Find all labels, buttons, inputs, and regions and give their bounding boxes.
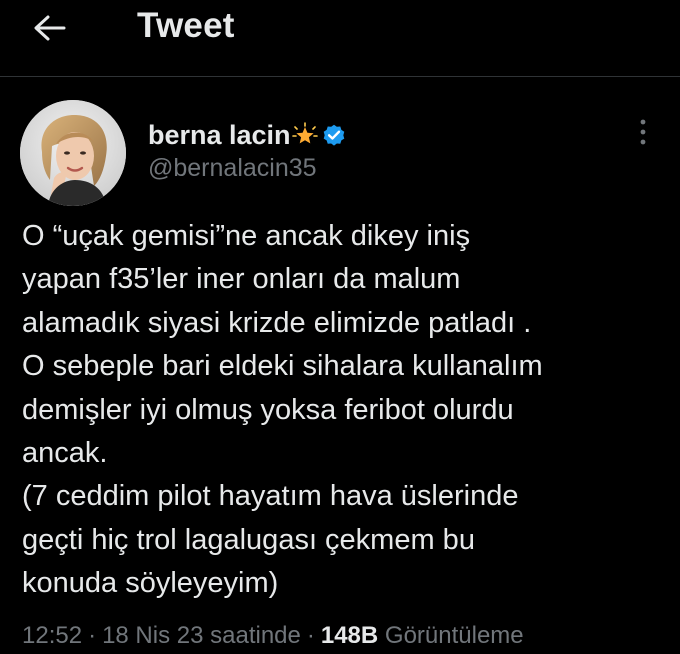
- tweet-date[interactable]: 18 Nis 23 saatinde: [102, 622, 301, 649]
- separator: ·: [306, 622, 315, 649]
- tweet-line: geçti hiç trol lagalugası çekmem bu: [22, 523, 475, 556]
- profile-photo: [20, 100, 126, 206]
- tweet-meta: 12:52 · 18 Nis 23 saatinde · 148B Görüntülem…: [22, 622, 524, 650]
- page-title: Tweet: [137, 6, 235, 45]
- author-handle[interactable]: @bernalacin35: [148, 154, 347, 183]
- more-options-button[interactable]: [628, 112, 658, 152]
- author-display-name[interactable]: berna lacin: [148, 120, 291, 151]
- views-count[interactable]: 148B: [321, 622, 378, 649]
- more-vertical-icon: [640, 119, 646, 145]
- tweet-line: ancak.: [22, 437, 108, 470]
- back-button[interactable]: [28, 8, 72, 48]
- tweet-line: yapan f35’ler iner onları da malum: [22, 263, 461, 296]
- author-name-row: berna lacin: [148, 118, 347, 152]
- tweet-line: demişler iyi olmuş yoksa feribot olurdu: [22, 393, 514, 426]
- arrow-left-icon: [34, 15, 66, 41]
- tweet-text: O “uçak gemisi”ne ancak dikey iniş yapan…: [22, 215, 662, 606]
- separator: ·: [88, 622, 97, 649]
- glowing-star-icon: [291, 122, 318, 148]
- top-bar: Tweet: [0, 0, 680, 77]
- tweet-line: (7 ceddim pilot hayatım hava üslerinde: [22, 480, 519, 513]
- views-label: Görüntüleme: [384, 622, 524, 649]
- tweet-line: alamadık siyasi krizde elimizde patladı …: [22, 306, 532, 339]
- author-info: berna lacin @bernalacin35: [148, 118, 347, 183]
- tweet-line: O sebeple bari eldeki sihalara kullanalı…: [22, 350, 543, 383]
- tweet-line: O “uçak gemisi”ne ancak dikey iniş: [22, 220, 471, 252]
- tweet-line: konuda söyleyeyim): [22, 567, 279, 600]
- verified-badge-icon: [321, 122, 347, 148]
- avatar[interactable]: [20, 100, 126, 206]
- tweet-time[interactable]: 12:52: [22, 622, 82, 649]
